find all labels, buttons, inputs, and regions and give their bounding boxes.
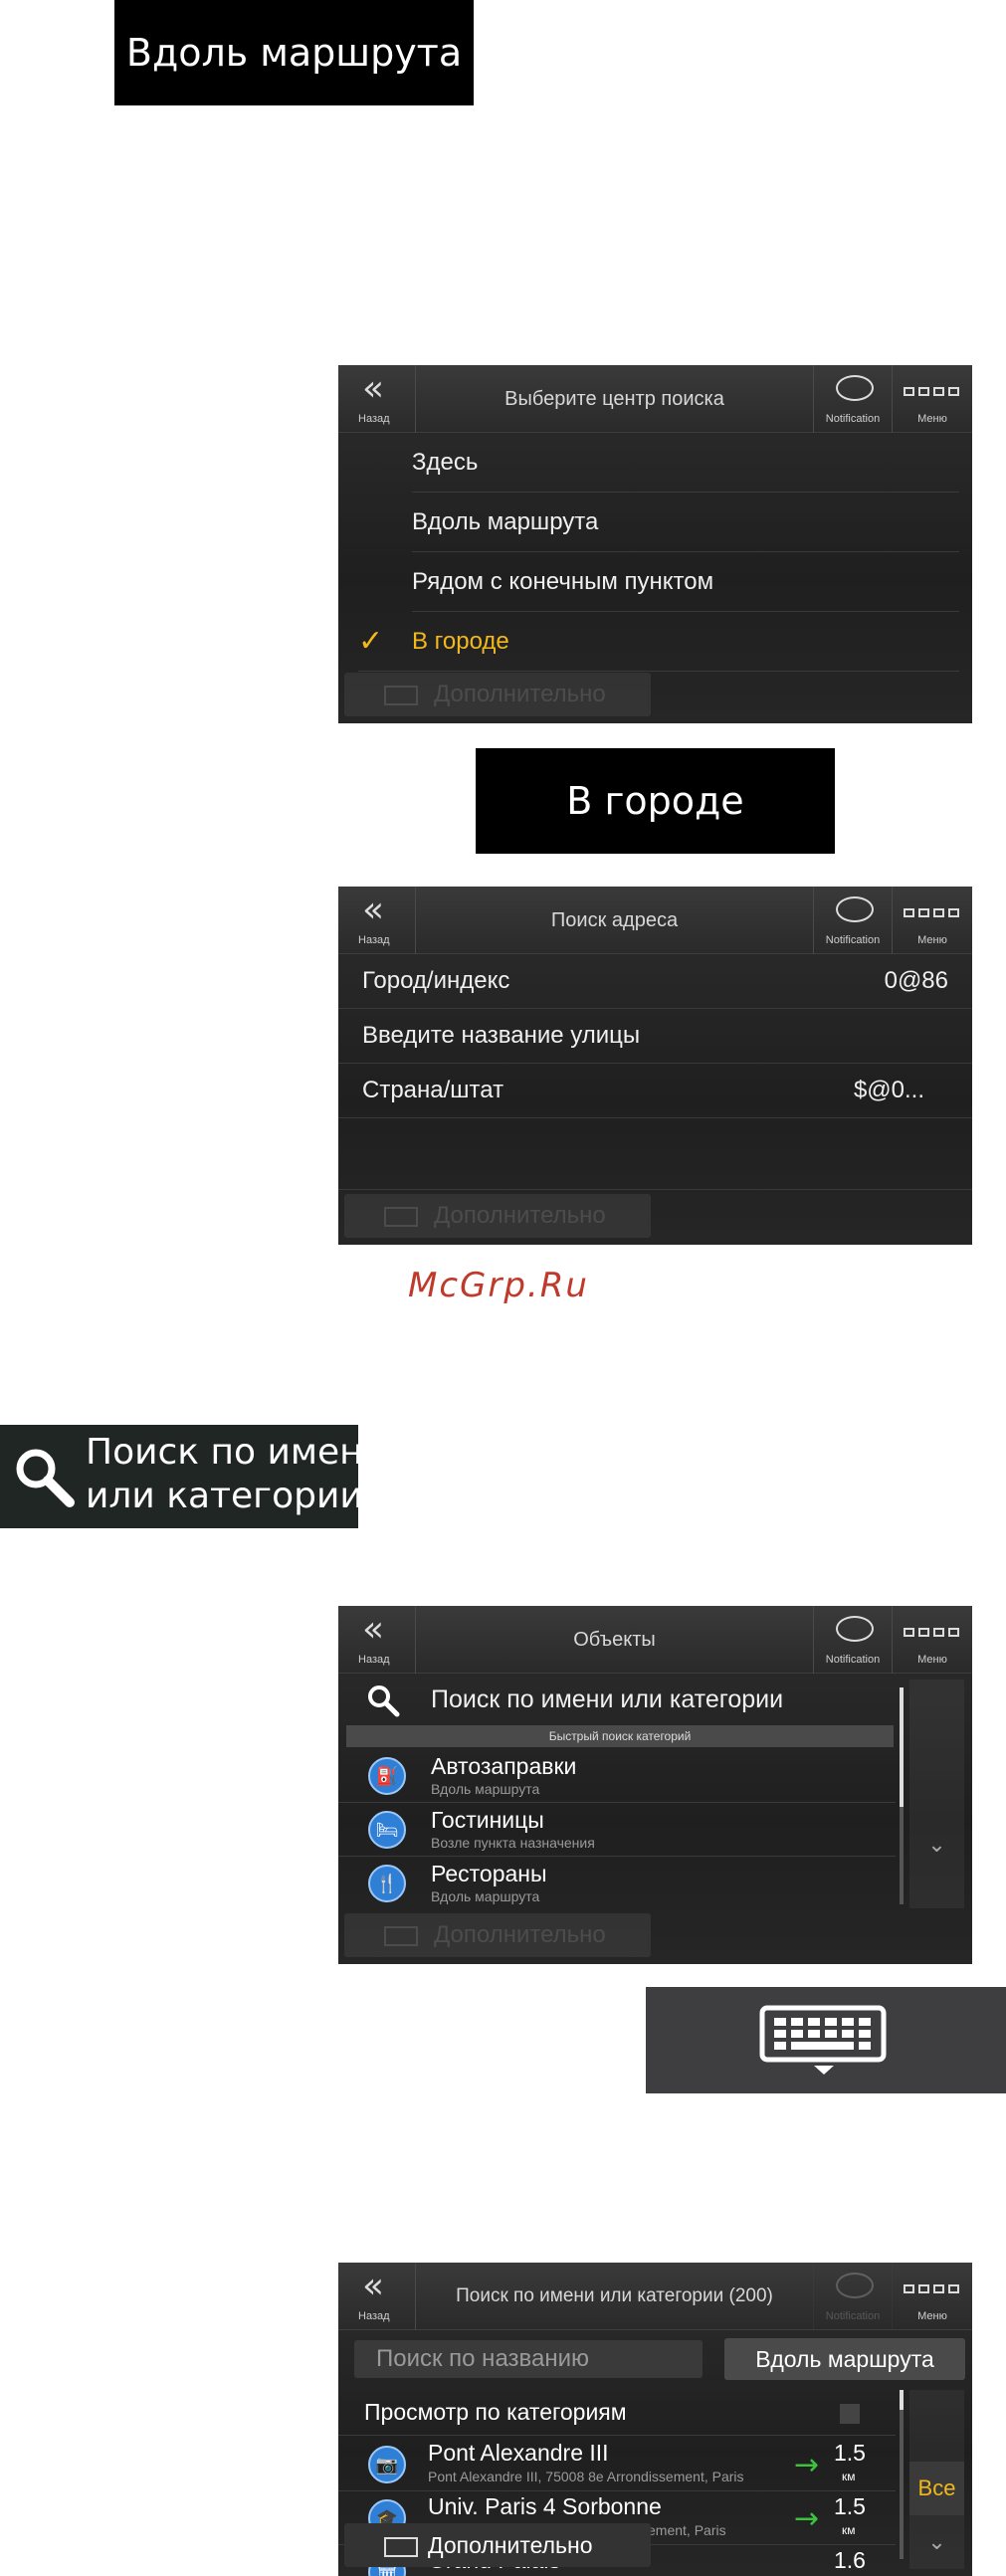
back-chevron-icon: « (362, 1609, 385, 1650)
back-chevron-icon: « (362, 2266, 385, 2306)
top-bar: « Назад Поиск по имени или категории (20… (338, 2263, 972, 2330)
category-item-hotels[interactable]: 🛏 Гостиницы Возле пункта назначения (338, 1803, 896, 1857)
country-state-row[interactable]: Страна/штат $@0... (338, 1064, 972, 1118)
scroll-down-button[interactable]: ⌄ (909, 1815, 964, 1875)
search-results-screen: « Назад Поиск по имени или категории (20… (338, 2263, 972, 2576)
scrollbar-thumb[interactable] (900, 1687, 904, 1807)
search-icon (366, 1684, 400, 1724)
scrollbar[interactable] (900, 2390, 904, 2559)
quick-category-header: Быстрый поиск категорий (346, 1725, 894, 1747)
notification-button[interactable]: Notification (813, 887, 893, 954)
keyboard-button[interactable] (646, 1987, 1006, 2093)
more-button[interactable]: Дополнительно (344, 673, 651, 716)
back-chevron-icon: « (362, 368, 385, 409)
scrollbar[interactable] (900, 1687, 904, 1904)
direction-arrow-icon: → (794, 2448, 820, 2482)
chevron-down-icon: ⌄ (927, 1832, 946, 1858)
list-icon (384, 686, 418, 705)
menu-button[interactable]: Меню (893, 1606, 972, 1674)
menu-button[interactable]: Меню (893, 365, 972, 433)
back-button[interactable]: « Назад (338, 887, 416, 954)
back-button[interactable]: « Назад (338, 1606, 416, 1674)
scroll-down-button[interactable]: ⌄ (909, 2517, 964, 2567)
keyboard-icon (759, 2005, 889, 2082)
option-along-route[interactable]: Вдоль маршрута (412, 493, 959, 552)
top-bar: « Назад Выберите центр поиска Notificati… (338, 365, 972, 433)
direction-arrow-icon: → (794, 2501, 820, 2536)
category-checkbox[interactable] (840, 2404, 860, 2424)
list-icon (384, 1207, 418, 1227)
search-input[interactable]: Поиск по названию (354, 2340, 703, 2378)
browse-by-category-row[interactable]: Просмотр по категориям (338, 2390, 896, 2436)
screen-title: Выберите центр поиска (504, 387, 724, 410)
category-item-fuel[interactable]: ⛽ Автозаправки Вдоль маршрута (338, 1749, 896, 1803)
top-bar: « Назад Поиск адреса Notification Меню (338, 887, 972, 954)
screen-title: Поиск адреса (550, 908, 679, 931)
more-button[interactable]: Дополнительно (344, 2523, 651, 2567)
along-route-button[interactable]: Вдоль маршрута (724, 2338, 965, 2380)
top-bar: « Назад Объекты Notification Меню (338, 1606, 972, 1674)
notification-button[interactable]: Notification (813, 1606, 893, 1674)
more-button[interactable]: Дополнительно (344, 1194, 651, 1238)
address-search-screen: « Назад Поиск адреса Notification Меню Г… (338, 887, 972, 1245)
street-name-row[interactable]: Введите название улицы (338, 1009, 972, 1064)
list-icon (384, 2537, 418, 2557)
speech-bubble-icon (836, 2273, 874, 2298)
screen-title: Поиск по имени или категории (200) (456, 2285, 773, 2306)
all-button[interactable]: Все (909, 2462, 964, 2515)
speech-bubble-icon (836, 896, 874, 922)
option-here[interactable]: Здесь (412, 433, 959, 493)
option-near-destination[interactable]: Рядом с конечным пунктом (412, 552, 959, 612)
back-chevron-icon: « (362, 890, 385, 930)
screen-title: Объекты (573, 1628, 656, 1651)
fork-knife-icon: 🍴 (368, 1865, 406, 1902)
magnifier-icon (14, 1447, 75, 1507)
search-by-name-label: Поиск по имени или категории (0, 1425, 386, 1528)
objects-screen: « Назад Объекты Notification Меню Поиск … (338, 1606, 972, 1964)
back-button[interactable]: « Назад (338, 365, 416, 433)
bed-icon: 🛏 (368, 1811, 406, 1849)
fuel-pump-icon: ⛽ (368, 1757, 406, 1795)
speech-bubble-icon (836, 1616, 874, 1642)
empty-row (338, 1118, 972, 1190)
photo-camera-icon: 📷 (368, 2446, 406, 2483)
watermark: McGrp.Ru (408, 1266, 589, 1305)
search-name-category-row[interactable]: Поиск по имени или категории (338, 1676, 896, 1723)
result-item-pont-alexandre[interactable]: 📷 Pont Alexandre III Pont Alexandre III,… (338, 2438, 896, 2491)
chevron-down-icon: ⌄ (927, 2529, 946, 2555)
along-route-label: Вдоль маршрута (114, 0, 474, 105)
speech-bubble-icon (836, 375, 874, 401)
search-center-screen: « Назад Выберите центр поиска Notificati… (338, 365, 972, 723)
checkmark-icon: ✓ (358, 624, 384, 659)
in-city-label-text: В городе (566, 779, 744, 823)
back-button[interactable]: « Назад (338, 2263, 416, 2330)
option-in-city[interactable]: ✓ В городе (358, 612, 959, 672)
menu-button[interactable]: Меню (893, 887, 972, 954)
menu-button[interactable]: Меню (893, 2263, 972, 2330)
notification-button[interactable]: Notification (813, 2263, 893, 2330)
in-city-label: В городе (476, 748, 835, 854)
along-route-label-text: Вдоль маршрута (125, 31, 463, 75)
list-icon (384, 1926, 418, 1946)
more-button[interactable]: Дополнительно (344, 1913, 651, 1957)
city-zip-row[interactable]: Город/индекс 0@86 (338, 954, 972, 1009)
category-item-restaurants[interactable]: 🍴 Рестораны Вдоль маршрута (338, 1857, 896, 1910)
scrollbar-thumb[interactable] (900, 2390, 904, 2410)
notification-button[interactable]: Notification (813, 365, 893, 433)
